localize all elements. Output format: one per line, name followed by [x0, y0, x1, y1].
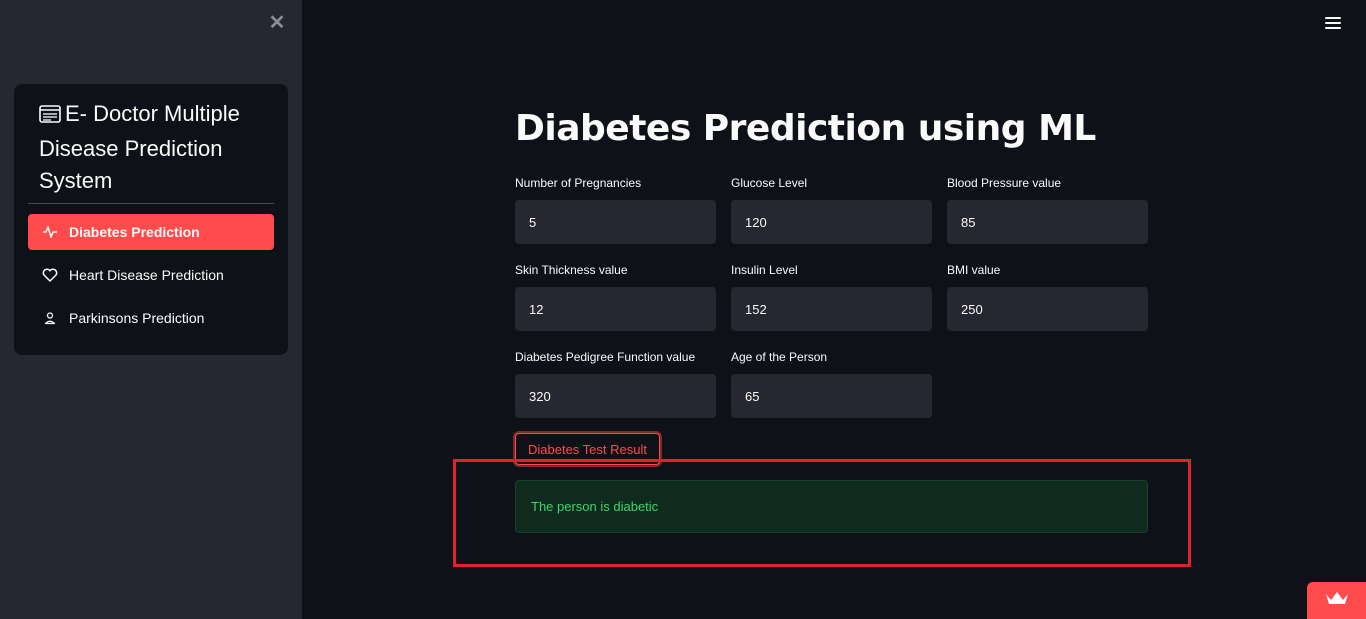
list-icon — [39, 100, 65, 133]
sidebar-item-label: Parkinsons Prediction — [69, 310, 205, 326]
bmi-label: BMI value — [947, 263, 1001, 277]
heart-icon — [42, 267, 58, 283]
blood-pressure-label: Blood Pressure value — [947, 176, 1062, 190]
glucose-input[interactable] — [731, 200, 932, 244]
page-title: Diabetes Prediction using ML — [515, 108, 1096, 149]
option-menu: E- Doctor Multiple Disease Prediction Sy… — [14, 84, 288, 355]
pregnancies-input[interactable] — [515, 200, 716, 244]
insulin-label: Insulin Level — [731, 263, 798, 277]
person-icon — [42, 310, 58, 326]
sidebar: ✕ E- Doctor Multiple Disease Prediction … — [0, 0, 302, 619]
insulin-input[interactable] — [731, 287, 932, 331]
menu-title: E- Doctor Multiple Disease Prediction Sy… — [39, 101, 240, 193]
crown-badge[interactable] — [1307, 582, 1366, 619]
age-input[interactable] — [731, 374, 932, 418]
sidebar-item-label: Heart Disease Prediction — [69, 267, 224, 283]
sidebar-item-parkinsons[interactable]: Parkinsons Prediction — [28, 300, 274, 336]
pregnancies-label: Number of Pregnancies — [515, 176, 642, 190]
crown-icon — [1324, 590, 1350, 611]
pedigree-label: Diabetes Pedigree Function value — [515, 350, 696, 364]
success-alert: The person is diabetic — [515, 480, 1148, 533]
sidebar-item-diabetes[interactable]: Diabetes Prediction — [28, 214, 274, 250]
result-text: The person is diabetic — [531, 499, 659, 514]
blood-pressure-input[interactable] — [947, 200, 1148, 244]
sidebar-item-label: Diabetes Prediction — [69, 224, 200, 240]
bmi-input[interactable] — [947, 287, 1148, 331]
menu-divider — [28, 203, 274, 204]
close-sidebar-icon[interactable]: ✕ — [268, 13, 286, 33]
menu-title-block: E- Doctor Multiple Disease Prediction Sy… — [39, 98, 275, 198]
age-label: Age of the Person — [731, 350, 828, 364]
activity-icon — [42, 224, 58, 240]
skin-thickness-label: Skin Thickness value — [515, 263, 628, 277]
skin-thickness-input[interactable] — [515, 287, 716, 331]
hamburger-menu-icon[interactable] — [1325, 17, 1341, 31]
pedigree-input[interactable] — [515, 374, 716, 418]
glucose-label: Glucose Level — [731, 176, 808, 190]
sidebar-item-heart-disease[interactable]: Heart Disease Prediction — [28, 257, 274, 293]
